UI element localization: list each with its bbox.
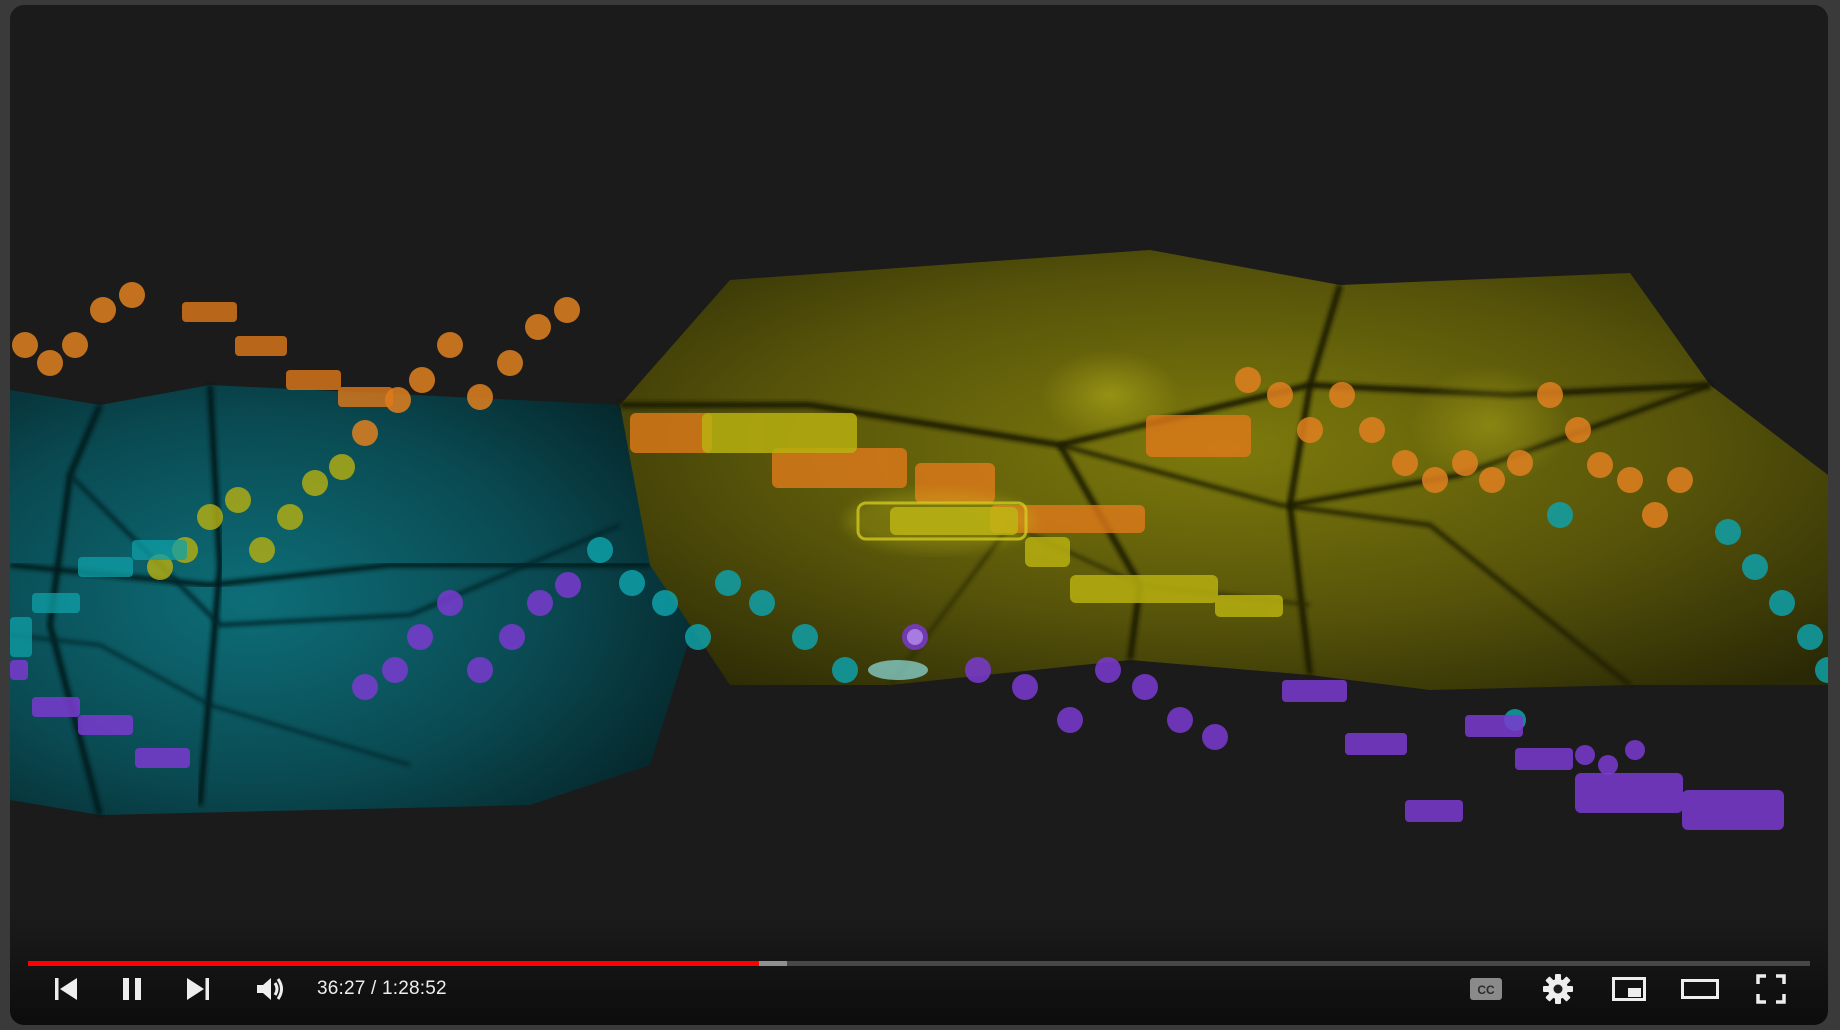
- pause-button[interactable]: [108, 965, 156, 1013]
- miniplayer-icon: [1612, 977, 1646, 1001]
- time-display: 36:27 / 1:28:52: [317, 978, 447, 1000]
- fullscreen-icon: [1756, 974, 1786, 1004]
- purple-glow-note: [907, 629, 923, 645]
- pause-icon: [123, 978, 141, 1000]
- volume-icon: [257, 978, 283, 1000]
- video-player[interactable]: 36:27 / 1:28:52 CC: [10, 5, 1828, 1025]
- gear-icon: [1543, 974, 1573, 1004]
- time-current: 36:27: [317, 978, 366, 999]
- miniplayer-button[interactable]: [1605, 965, 1653, 1013]
- video-frame[interactable]: [10, 5, 1828, 1025]
- time-separator: /: [365, 978, 382, 999]
- theater-mode-button[interactable]: [1676, 965, 1724, 1013]
- next-button[interactable]: [174, 965, 222, 1013]
- settings-button[interactable]: [1534, 965, 1582, 1013]
- teal-mesh-surface: [10, 384, 700, 816]
- cc-icon: CC: [1470, 978, 1502, 1000]
- control-bar: 36:27 / 1:28:52 CC: [10, 915, 1828, 1025]
- theater-icon: [1681, 979, 1719, 999]
- cc-label: CC: [1477, 983, 1495, 997]
- volume-button[interactable]: [246, 965, 294, 1013]
- next-icon: [187, 978, 209, 1000]
- fullscreen-button[interactable]: [1747, 965, 1795, 1013]
- previous-icon: [55, 978, 77, 1000]
- time-duration: 1:28:52: [381, 978, 447, 999]
- captions-button[interactable]: CC: [1462, 965, 1510, 1013]
- previous-button[interactable]: [42, 965, 90, 1013]
- teal-glow-note: [868, 660, 928, 680]
